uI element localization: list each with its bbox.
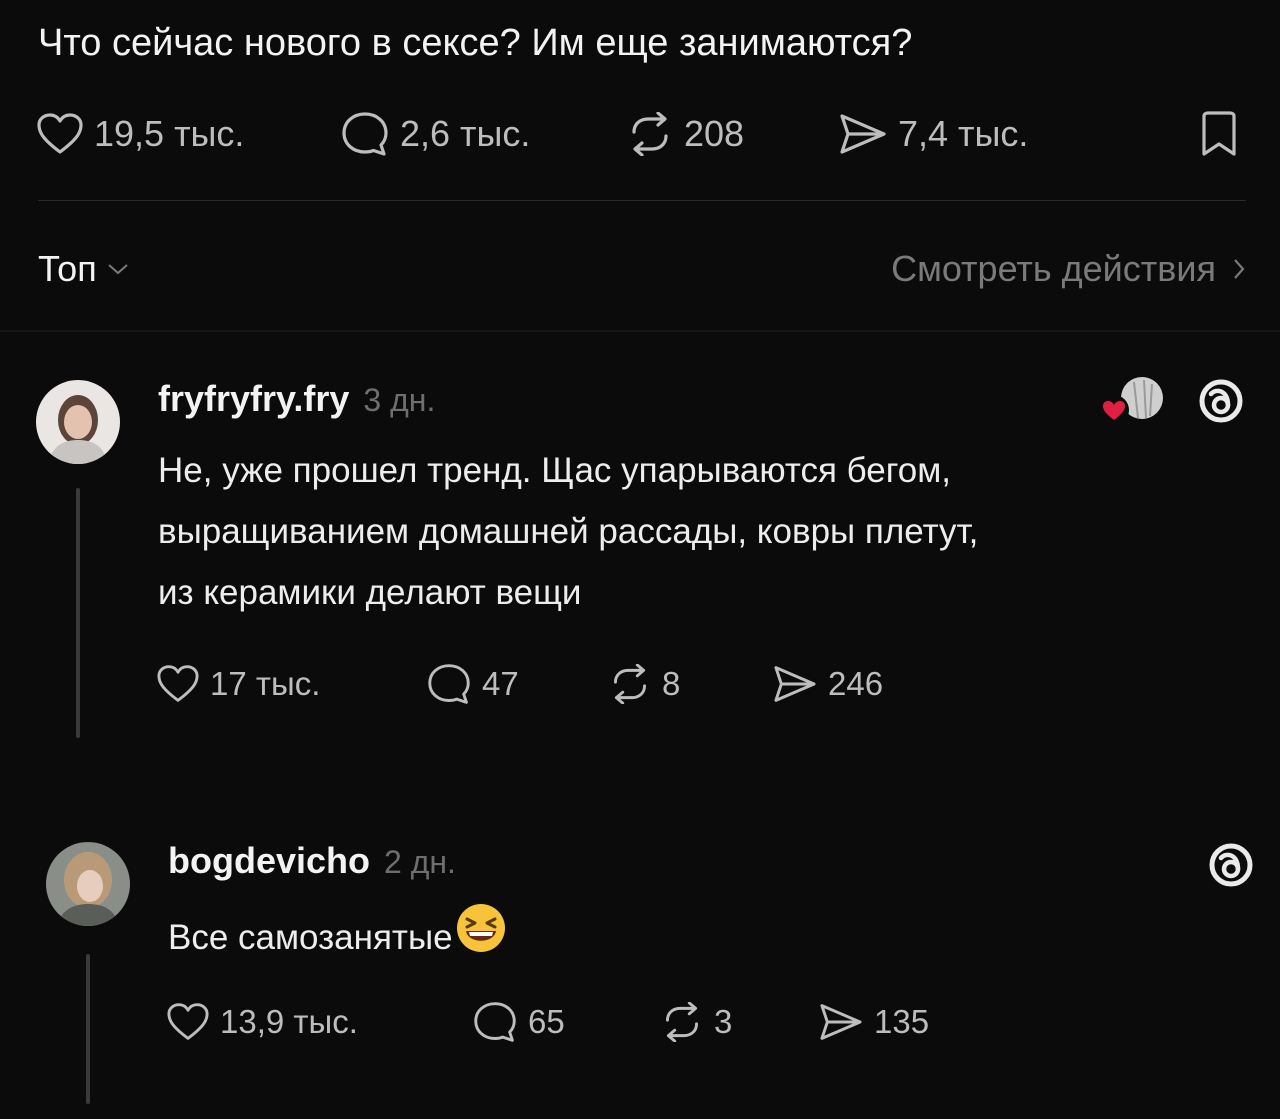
comment-line: выращиванием домашней рассады, ковры пле… bbox=[158, 512, 979, 551]
repost-icon bbox=[614, 664, 646, 704]
share-icon bbox=[840, 114, 886, 154]
repost-icon bbox=[632, 112, 668, 156]
comment-reply-button[interactable]: 65 bbox=[472, 1000, 565, 1044]
post-text: Что сейчас нового в сексе? Им еще занима… bbox=[38, 22, 913, 64]
comment-header: fryfryfry.fry 3 дн. bbox=[158, 378, 435, 420]
comment-repost-button[interactable]: 8 bbox=[608, 664, 680, 704]
post-repost-button[interactable]: 208 bbox=[626, 112, 744, 156]
comment-body: Не, уже прошел тренд. Щас упарываются бе… bbox=[158, 440, 1258, 623]
comment-share-button[interactable]: 135 bbox=[818, 1002, 929, 1042]
reply-count: 65 bbox=[528, 1003, 565, 1040]
sort-label: Топ bbox=[38, 248, 97, 289]
comment-icon bbox=[342, 112, 388, 156]
share-icon bbox=[820, 1004, 862, 1040]
share-count: 246 bbox=[828, 665, 884, 702]
comment-line: Все самозанятые bbox=[168, 918, 453, 957]
comment-icon bbox=[474, 1002, 516, 1042]
bookmark-icon bbox=[1202, 111, 1236, 156]
like-count: 17 тыс. bbox=[210, 665, 321, 702]
threads-logo-icon bbox=[1194, 374, 1248, 433]
comment-body: Все самозанятые bbox=[168, 902, 507, 973]
comment-line: Не, уже прошел тренд. Щас упарываются бе… bbox=[158, 451, 952, 490]
comment-reply-button[interactable]: 47 bbox=[426, 662, 519, 706]
comment-share-button[interactable]: 246 bbox=[772, 664, 883, 704]
like-count: 13,9 тыс. bbox=[220, 1003, 358, 1040]
post-repost-count: 208 bbox=[684, 113, 745, 154]
comment-repost-button[interactable]: 3 bbox=[660, 1002, 732, 1042]
share-icon bbox=[774, 666, 816, 702]
section-separator bbox=[0, 330, 1280, 332]
post-like-button[interactable]: 19,5 тыс. bbox=[36, 112, 244, 156]
author-liked-badge bbox=[1098, 374, 1172, 435]
repost-count: 8 bbox=[662, 665, 681, 702]
comment-icon bbox=[428, 664, 470, 704]
heart-icon bbox=[37, 113, 83, 154]
thread-line bbox=[86, 954, 90, 1104]
share-count: 135 bbox=[874, 1003, 930, 1040]
avatar[interactable] bbox=[46, 842, 130, 926]
comment-like-button[interactable]: 13,9 тыс. bbox=[166, 1002, 358, 1042]
view-activity-label: Смотреть действия bbox=[891, 248, 1216, 289]
username[interactable]: bogdevicho bbox=[168, 840, 370, 882]
view-activity-link[interactable]: Смотреть действия bbox=[891, 248, 1246, 290]
post-share-button[interactable]: 7,4 тыс. bbox=[838, 112, 1028, 156]
heart-icon bbox=[157, 665, 199, 702]
comment-like-button[interactable]: 17 тыс. bbox=[156, 664, 320, 704]
reply-count: 47 bbox=[482, 665, 519, 702]
repost-icon bbox=[666, 1002, 698, 1042]
avatar[interactable] bbox=[36, 380, 120, 464]
username[interactable]: fryfryfry.fry bbox=[158, 378, 349, 420]
timestamp: 3 дн. bbox=[363, 382, 436, 418]
post-like-count: 19,5 тыс. bbox=[94, 113, 245, 154]
chevron-down-icon bbox=[108, 264, 128, 275]
comment-line: из керамики делают вещи bbox=[158, 573, 582, 612]
repost-count: 3 bbox=[714, 1003, 733, 1040]
sort-dropdown[interactable]: Топ bbox=[38, 248, 129, 290]
chevron-right-icon bbox=[1234, 259, 1245, 279]
grinning-squinting-emoji bbox=[455, 902, 507, 973]
timestamp: 2 дн. bbox=[384, 844, 456, 880]
threads-logo-icon bbox=[1204, 838, 1258, 897]
divider bbox=[38, 200, 1246, 201]
post-bookmark-button[interactable] bbox=[1198, 110, 1240, 158]
post-share-count: 7,4 тыс. bbox=[898, 113, 1029, 154]
comment-header: bogdevicho 2 дн. bbox=[168, 840, 456, 882]
post-reply-count: 2,6 тыс. bbox=[400, 113, 531, 154]
post-reply-button[interactable]: 2,6 тыс. bbox=[340, 110, 530, 158]
heart-icon bbox=[167, 1003, 209, 1040]
thread-line bbox=[76, 488, 80, 738]
